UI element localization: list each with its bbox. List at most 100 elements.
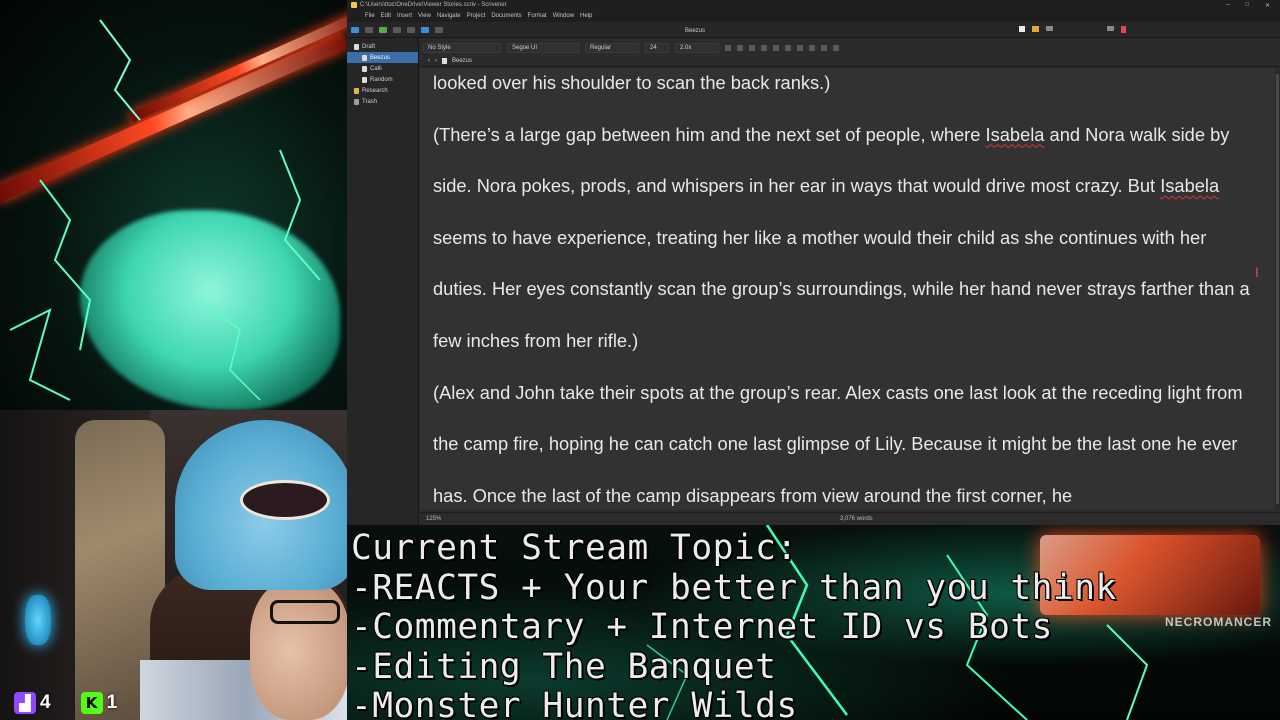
history-icon[interactable] xyxy=(365,26,373,33)
word-count: 3,076 words xyxy=(840,516,873,522)
add-icon[interactable] xyxy=(379,26,387,33)
title-bar: C:\Users\ttoc\OneDrive\Viewer Stories.sc… xyxy=(347,0,1280,10)
document-icon xyxy=(362,76,367,83)
minimize-button[interactable]: – xyxy=(1226,2,1229,9)
document-icon xyxy=(362,54,367,61)
twitch-counter: ▟ 4 xyxy=(14,692,51,714)
text-color-icon[interactable] xyxy=(809,45,815,51)
editor-footer: 125% 3,076 words xyxy=(420,512,1280,525)
topic-heading: Current Stream Topic: xyxy=(351,528,798,568)
misspelled-word[interactable]: Isabela xyxy=(986,124,1045,145)
view-document-icon[interactable] xyxy=(1019,26,1025,32)
kick-viewer-count: 1 xyxy=(106,692,118,713)
draft-icon xyxy=(354,43,359,50)
lightning-graphic xyxy=(9,19,321,401)
font-size-select[interactable]: 24 xyxy=(645,43,669,53)
paragraph: (There’s a large gap between him and the… xyxy=(433,123,1250,351)
editor-text[interactable]: looked over his shoulder to scan the bac… xyxy=(433,68,1258,510)
highlight-icon[interactable] xyxy=(821,45,827,51)
menu-documents[interactable]: Documents xyxy=(491,13,521,19)
back-arrow-icon[interactable]: ‹ xyxy=(428,58,430,64)
link-icon[interactable] xyxy=(421,26,429,33)
binder-item-trash[interactable]: Trash xyxy=(347,96,418,107)
hat-mouth-graphic xyxy=(240,480,330,520)
toolbar-document-title: Beezus xyxy=(685,28,706,34)
kick-counter: K 1 xyxy=(80,692,118,714)
lava-lamp xyxy=(25,595,51,645)
binder-sidebar: Draft Beezus Calli Random Research Trash xyxy=(347,38,419,525)
binder-item-random[interactable]: Random xyxy=(347,74,418,85)
menu-navigate[interactable]: Navigate xyxy=(437,13,461,19)
kick-icon: K xyxy=(80,692,103,714)
corkboard-icon[interactable] xyxy=(1032,26,1039,32)
document-icon xyxy=(362,65,367,72)
topic-item: -Monster Hunter Wilds xyxy=(351,686,798,720)
channel-logo: NECROMANCER xyxy=(1165,615,1272,629)
binder-item-calli[interactable]: Calli xyxy=(347,63,418,74)
menu-file[interactable]: File xyxy=(365,13,375,19)
stream-topic-panel: Current Stream Topic: -REACTS + Your bett… xyxy=(347,525,1280,720)
folder-icon xyxy=(354,87,359,94)
align-center-icon[interactable] xyxy=(773,45,779,51)
bookmark-icon[interactable] xyxy=(1121,26,1126,33)
misspelled-word[interactable]: Isabela xyxy=(1160,175,1219,196)
viewer-counters: ▟ 4 K 1 xyxy=(14,692,117,714)
italic-icon[interactable] xyxy=(737,45,743,51)
maximize-button[interactable]: □ xyxy=(1245,2,1249,9)
menu-window[interactable]: Window xyxy=(553,13,574,19)
glasses xyxy=(270,600,340,624)
binder-item-label: Trash xyxy=(362,98,378,105)
font-weight-select[interactable]: Regular xyxy=(585,43,639,53)
underline-icon[interactable] xyxy=(749,45,755,51)
paragraph: looked over his shoulder to scan the bac… xyxy=(433,72,831,93)
binder-item-research[interactable]: Research xyxy=(347,85,418,96)
binder-item-label: Beezus xyxy=(370,54,391,61)
binder-item-draft[interactable]: Draft xyxy=(347,41,418,52)
outliner-icon[interactable] xyxy=(1046,26,1053,31)
header-document-name: Beezus xyxy=(452,58,473,64)
binder-toggle-icon[interactable] xyxy=(351,26,359,33)
line-spacing-select[interactable]: 2.0x xyxy=(675,43,719,53)
binder-item-label: Random xyxy=(370,76,393,83)
paragraph: (Alex and John take their spots at the g… xyxy=(433,381,1243,506)
twitch-icon: ▟ xyxy=(14,692,36,714)
twitch-viewer-count: 4 xyxy=(40,692,51,713)
binder-item-beezus[interactable]: Beezus xyxy=(347,52,418,63)
zoom-level[interactable]: 125% xyxy=(426,516,441,522)
topic-item: -Commentary + Internet ID vs Bots xyxy=(351,607,1053,647)
stream-topic-text: Current Stream Topic: -REACTS + Your bett… xyxy=(351,528,1117,720)
editor-scrollbar[interactable] xyxy=(1275,68,1280,510)
share-icon[interactable] xyxy=(1107,26,1114,31)
style-select[interactable]: No Style xyxy=(423,43,501,53)
menu-project[interactable]: Project xyxy=(467,13,486,19)
binder-item-label: Draft xyxy=(362,43,376,50)
menu-help[interactable]: Help xyxy=(580,13,592,19)
menu-format[interactable]: Format xyxy=(528,13,547,19)
justify-icon[interactable] xyxy=(797,45,803,51)
menu-edit[interactable]: Edit xyxy=(381,13,391,19)
binder-item-label: Research xyxy=(362,87,388,94)
compile-icon[interactable] xyxy=(435,26,443,33)
menu-insert[interactable]: Insert xyxy=(397,13,412,19)
scrivener-window: C:\Users\ttoc\OneDrive\Viewer Stories.sc… xyxy=(347,0,1280,525)
scrivener-app-icon xyxy=(351,2,357,8)
text-cursor-icon: I xyxy=(1255,264,1259,280)
list-icon[interactable] xyxy=(833,45,839,51)
trash-icon[interactable] xyxy=(407,26,415,33)
align-right-icon[interactable] xyxy=(785,45,791,51)
menu-view[interactable]: View xyxy=(418,13,431,19)
topic-item: -REACTS + Your better than you think xyxy=(351,567,1117,608)
folder-add-icon[interactable] xyxy=(393,26,401,33)
bold-icon[interactable] xyxy=(725,45,731,51)
topic-item: -Editing The Banquet xyxy=(351,646,777,687)
align-left-icon[interactable] xyxy=(761,45,767,51)
main-toolbar: Beezus xyxy=(347,22,1280,38)
document-icon xyxy=(442,58,447,64)
scrollbar-thumb[interactable] xyxy=(1276,74,1279,504)
close-button[interactable]: ✕ xyxy=(1265,2,1270,9)
menu-bar: File Edit Insert View Navigate Project D… xyxy=(347,10,1280,22)
webcam-feed: ▟ 4 K 1 xyxy=(0,410,347,720)
text-editor[interactable]: looked over his shoulder to scan the bac… xyxy=(420,68,1275,510)
forward-arrow-icon[interactable]: › xyxy=(435,58,437,64)
font-select[interactable]: Segoe UI xyxy=(507,43,579,53)
